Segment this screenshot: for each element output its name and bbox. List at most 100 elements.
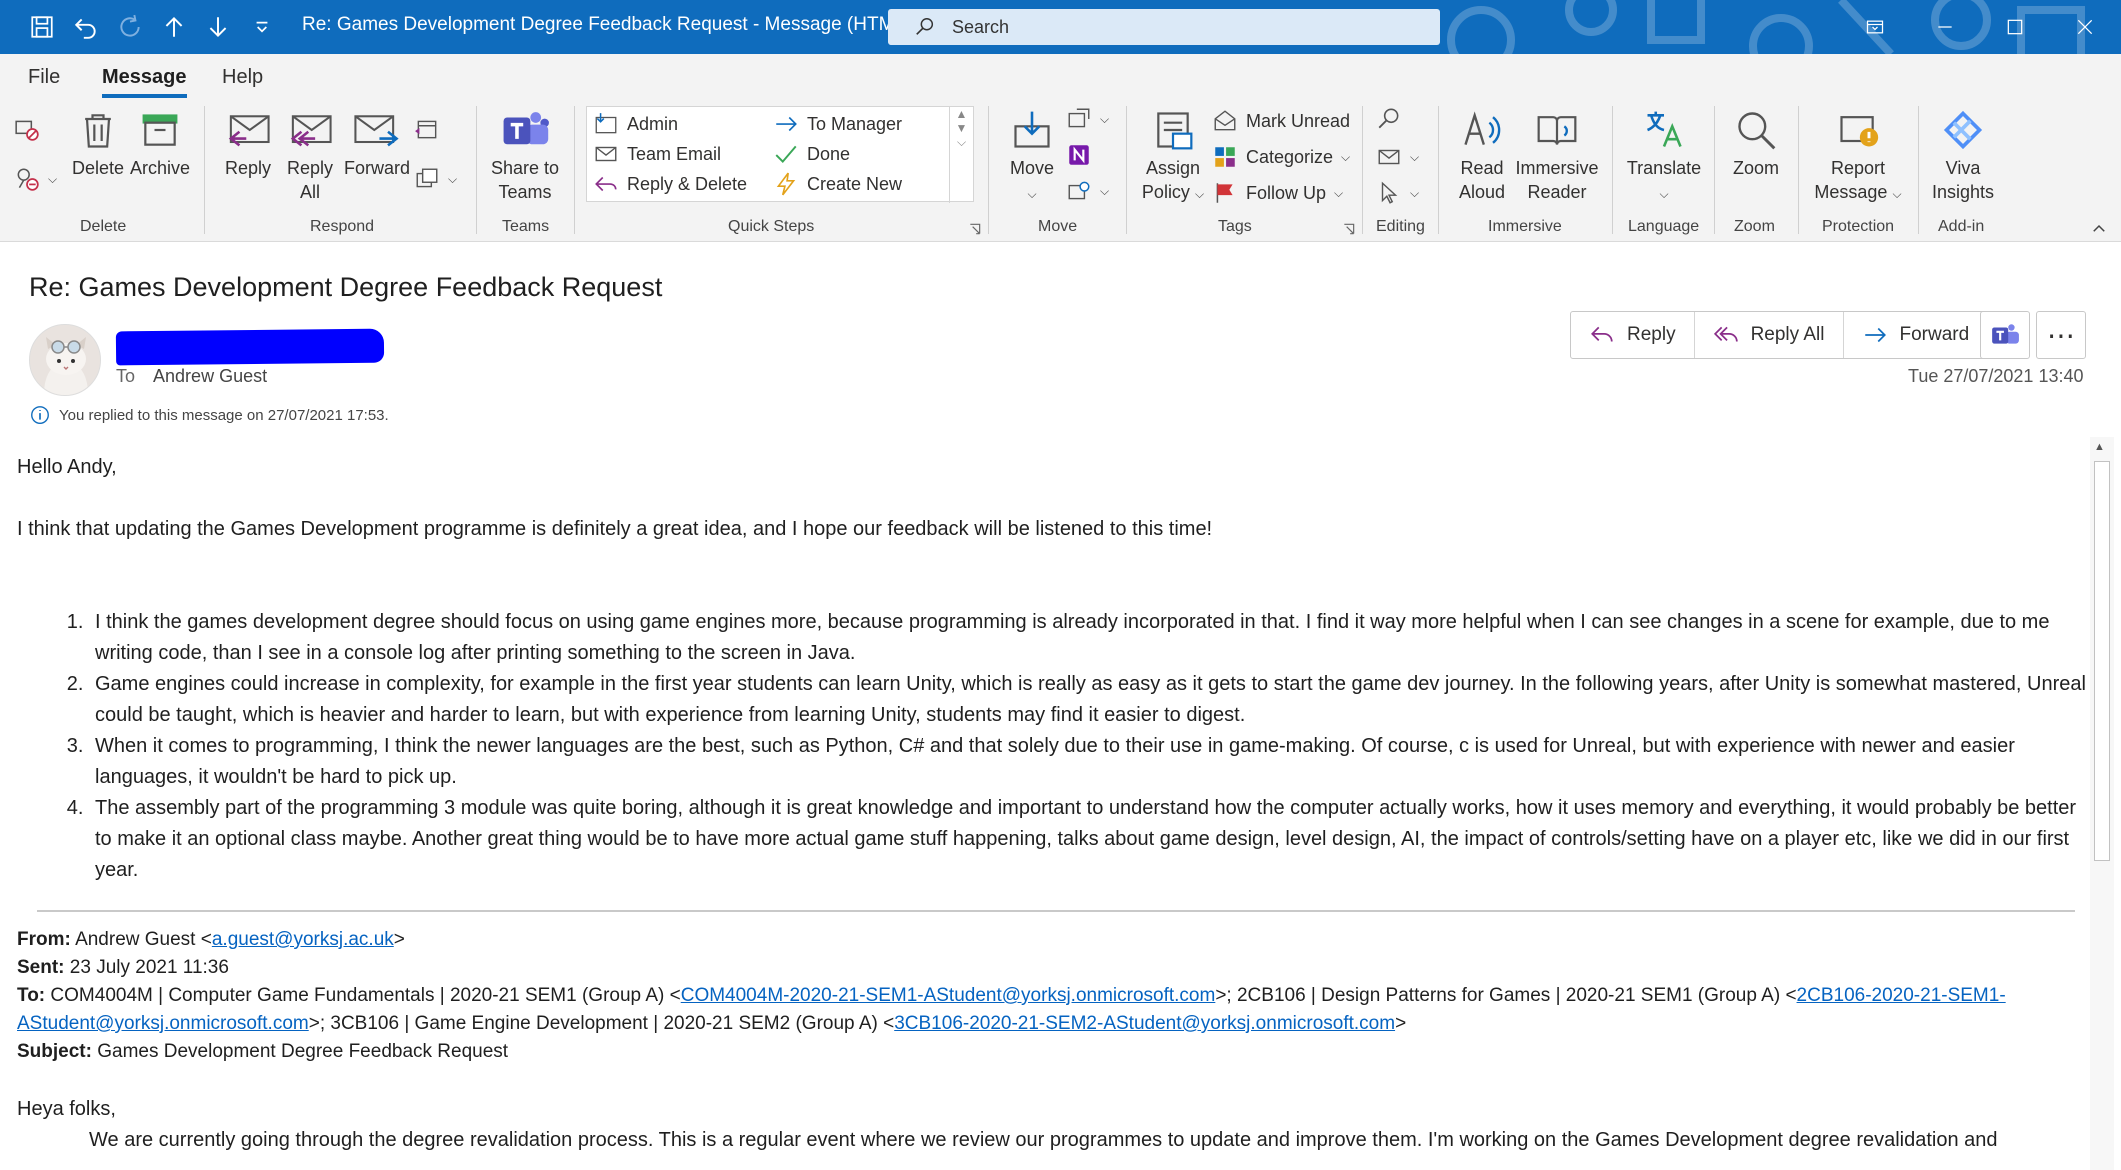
quick-step-admin[interactable]: Admin <box>593 111 678 137</box>
replied-notice: You replied to this message on 27/07/202… <box>29 404 389 426</box>
quick-step-reply-delete[interactable]: Reply & Delete <box>593 171 747 197</box>
to-part-3: >; 3CB106 | Game Engine Development | 20… <box>308 1013 895 1034</box>
read-aloud-label-2: Aloud <box>1458 182 1506 202</box>
quick-step-team-email[interactable]: Team Email <box>593 141 721 167</box>
select-button[interactable]: ⌵ <box>1376 180 1419 206</box>
cat-avatar-icon <box>30 325 100 395</box>
reply-all-button[interactable]: Reply All <box>1695 312 1844 358</box>
previous-item-button[interactable] <box>156 10 192 44</box>
viva-insights-button[interactable]: Viva Insights <box>1926 108 2000 204</box>
search-input[interactable] <box>952 16 1412 38</box>
find-button[interactable] <box>1376 106 1402 132</box>
delete-button[interactable]: Delete <box>70 108 126 180</box>
actions-button[interactable]: ⌵ <box>1066 178 1109 204</box>
to-close: > <box>1395 1013 1407 1034</box>
maximize-button[interactable] <box>1980 0 2050 54</box>
scrollbar-thumb[interactable] <box>2094 461 2110 861</box>
forward-ribbon-button[interactable]: Forward <box>344 108 410 180</box>
to-email-link-3[interactable]: 3CB106-2020-21-SEM2-AStudent@yorksj.onmi… <box>894 1013 1395 1034</box>
envelope-icon <box>595 146 617 162</box>
reply-all-label: Reply All <box>1750 324 1825 345</box>
redo-button[interactable] <box>112 10 148 44</box>
scroll-up-icon[interactable]: ▲ <box>2094 441 2105 453</box>
read-aloud-button[interactable]: Read Aloud <box>1446 108 1518 204</box>
zoom-button[interactable]: Zoom <box>1722 108 1790 180</box>
avatar <box>29 324 101 396</box>
translate-button[interactable]: Translate ⌵ <box>1620 108 1708 206</box>
share-teams-label-1: Share to <box>490 158 560 178</box>
next-item-button[interactable] <box>200 10 236 44</box>
onenote-button[interactable] <box>1066 142 1092 168</box>
reply-ribbon-button[interactable]: Reply <box>220 108 276 180</box>
recipient-name[interactable]: Andrew Guest <box>153 366 267 386</box>
group-separator <box>1612 106 1613 234</box>
to-email-link-1[interactable]: COM4004M-2020-21-SEM1-AStudent@yorksj.on… <box>681 985 1216 1006</box>
admin-icon <box>595 113 617 134</box>
save-icon <box>31 16 53 38</box>
reply-button[interactable]: Reply <box>1571 312 1695 358</box>
minimize-button[interactable] <box>1910 0 1980 54</box>
chevron-down-icon: ⌵ <box>1194 187 1205 201</box>
reply-all-icon <box>290 115 332 147</box>
ignore-button[interactable] <box>14 116 40 142</box>
group-label-addin: Add-in <box>1938 218 1985 235</box>
rules-button[interactable]: ⌵ <box>1066 106 1109 132</box>
tab-help[interactable]: Help <box>222 66 263 89</box>
cleanup-button[interactable]: ⌵ <box>14 166 57 192</box>
title-bar: Re: Games Development Degree Feedback Re… <box>0 0 2121 54</box>
chevron-down-icon: ⌵ <box>1100 111 1110 126</box>
from-email-link[interactable]: a.guest@yorksj.ac.uk <box>212 929 394 950</box>
forward-button[interactable]: Forward <box>1844 312 1988 358</box>
viva-insights-label-1: Viva <box>1945 158 1981 178</box>
meeting-reply-button[interactable] <box>414 116 440 142</box>
save-button[interactable] <box>24 10 60 44</box>
group-separator <box>988 106 989 234</box>
group-label-quick-steps: Quick Steps <box>728 218 815 235</box>
quoted-from: From: Andrew Guest <a.guest@yorksj.ac.uk… <box>17 926 2087 954</box>
mark-unread-button[interactable]: Mark Unread <box>1212 108 1350 134</box>
archive-button[interactable]: Archive <box>128 108 192 180</box>
tab-file[interactable]: File <box>28 66 60 89</box>
assign-policy-button[interactable]: Assign Policy ⌵ <box>1136 108 1210 206</box>
categorize-button[interactable]: Categorize ⌵ <box>1212 144 1350 170</box>
quick-steps-scroll[interactable]: ▲ ▼ ⌵ <box>949 107 973 203</box>
quoted-partial-line: We are currently going through the degre… <box>89 1129 1998 1151</box>
to-label: To <box>116 366 136 386</box>
restore-reading-button[interactable] <box>1840 0 1910 54</box>
undo-button[interactable] <box>68 10 104 44</box>
quick-step-create-new[interactable]: Create New <box>773 171 902 197</box>
share-to-teams-button[interactable]: Share to Teams <box>484 108 566 204</box>
vertical-scrollbar[interactable]: ▲ <box>2090 437 2114 1170</box>
more-respond-button[interactable]: ⌵ <box>414 166 457 192</box>
related-button[interactable]: ⌵ <box>1376 144 1419 170</box>
reply-all-ribbon-button[interactable]: Reply All <box>282 108 338 204</box>
customize-toolbar-button[interactable] <box>244 10 280 44</box>
tags-dialog-launcher[interactable] <box>1342 222 1356 236</box>
group-label-delete: Delete <box>80 218 127 235</box>
quoted-to-label: To: <box>17 985 46 1006</box>
quick-step-to-manager[interactable]: To Manager <box>773 111 902 137</box>
close-button[interactable] <box>2050 0 2120 54</box>
more-actions-button[interactable]: ⋯ <box>2036 311 2086 359</box>
assign-policy-label-1: Assign <box>1145 158 1201 178</box>
reply-all-icon <box>1713 326 1738 342</box>
collapse-ribbon-button[interactable] <box>2090 220 2108 238</box>
immersive-reader-label-1: Immersive <box>1515 158 1599 178</box>
reply-icon <box>1591 326 1613 342</box>
quick-steps-dialog-launcher[interactable] <box>968 222 982 236</box>
quick-step-done[interactable]: Done <box>773 141 850 167</box>
to-part-2: >; 2CB106 | Design Patterns for Games | … <box>1215 985 1797 1006</box>
move-button[interactable]: Move ⌵ <box>1004 108 1060 206</box>
report-message-button[interactable]: Report Message ⌵ <box>1806 108 1910 206</box>
move-icon <box>1014 111 1050 148</box>
follow-up-button[interactable]: Follow Up ⌵ <box>1212 180 1343 206</box>
categorize-label: Categorize <box>1246 146 1334 167</box>
search-box[interactable] <box>888 9 1440 45</box>
tab-message[interactable]: Message <box>102 66 187 98</box>
teams-chat-button[interactable] <box>1980 311 2030 359</box>
maximize-icon <box>2007 19 2023 35</box>
immersive-reader-button[interactable]: Immersive Reader <box>1514 108 1600 204</box>
forward-label: Forward <box>1899 324 1970 345</box>
chevron-down-icon: ⌵ <box>1027 187 1037 201</box>
info-icon <box>31 406 49 424</box>
